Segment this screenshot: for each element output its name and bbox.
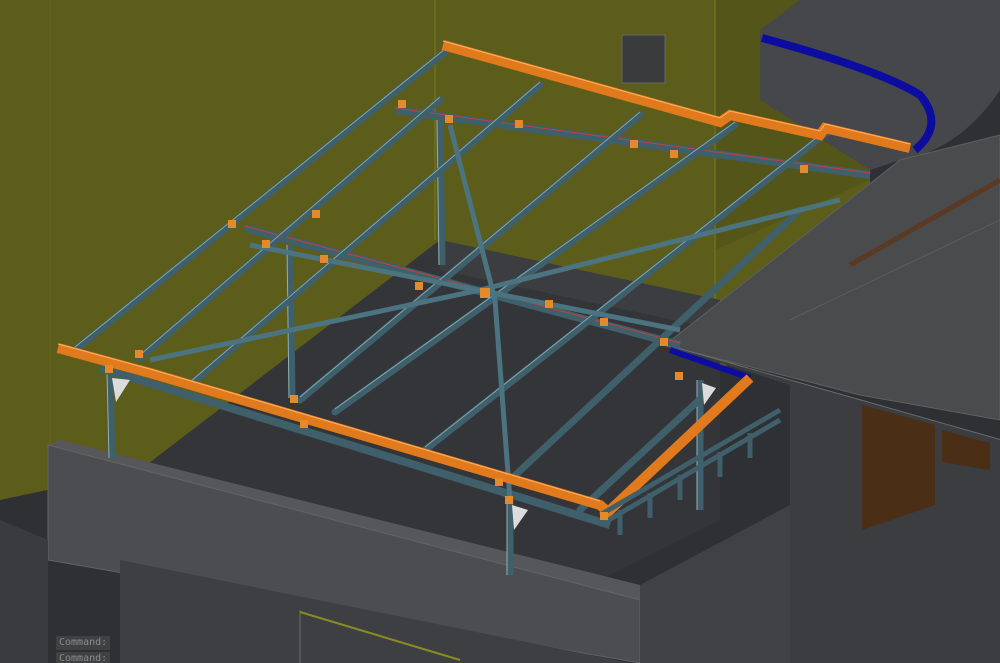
wall-window <box>621 34 666 84</box>
command-line[interactable]: Command: <box>56 652 111 663</box>
command-line[interactable]: Command: <box>56 636 111 650</box>
model-viewport[interactable] <box>0 0 1000 663</box>
lower-wall <box>0 520 48 663</box>
